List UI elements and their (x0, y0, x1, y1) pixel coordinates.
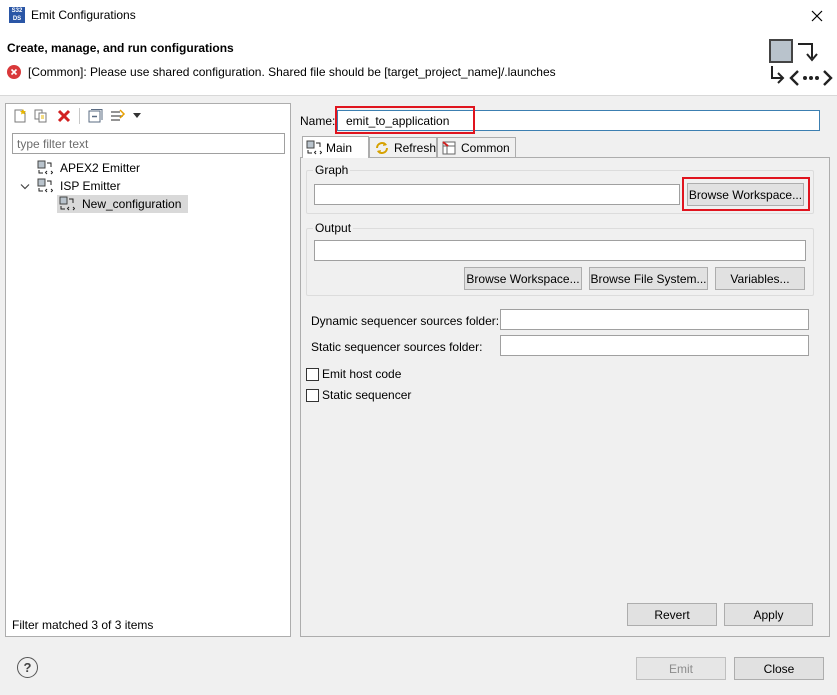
browse-highlight-box (682, 177, 810, 211)
dynamic-sequencer-input[interactable] (500, 309, 809, 330)
tab-main[interactable]: Main (302, 136, 369, 158)
launch-type-icon (37, 160, 53, 175)
name-highlight-box (335, 106, 475, 134)
filter-icon[interactable] (110, 108, 126, 124)
toolbar-separator (79, 108, 80, 124)
tab-refresh[interactable]: Refresh (369, 137, 437, 157)
duplicate-config-icon[interactable] (33, 108, 49, 124)
tree-item-new-configuration[interactable]: New_configuration (82, 197, 181, 211)
close-window-button[interactable] (800, 2, 834, 29)
output-browse-filesystem-button[interactable]: Browse File System... (589, 267, 708, 290)
filter-status: Filter matched 3 of 3 items (12, 618, 154, 632)
collapse-all-icon[interactable] (87, 108, 103, 124)
close-button[interactable]: Close (734, 657, 824, 680)
help-button[interactable]: ? (17, 657, 38, 678)
app-icon: S32 DS (9, 7, 25, 23)
graph-label: Graph (313, 163, 351, 177)
common-tab-icon (442, 140, 456, 154)
emit-host-code-label: Emit host code (322, 367, 402, 381)
emit-host-code-checkbox[interactable] (306, 368, 319, 381)
launch-type-icon (37, 178, 53, 193)
close-icon (811, 10, 823, 21)
apply-button[interactable]: Apply (724, 603, 813, 626)
new-config-icon[interactable] (12, 108, 28, 124)
error-message: [Common]: Please use shared configuratio… (28, 65, 556, 79)
tab-common-label: Common (461, 140, 510, 155)
filter-placeholder: type filter text (17, 137, 89, 151)
name-label: Name: (300, 114, 336, 128)
dialog-header: Create, manage, and run configurations [… (0, 32, 837, 96)
static-sequencer-checkbox[interactable] (306, 389, 319, 402)
tab-main-label: Main (326, 140, 353, 155)
launch-config-banner-icon (769, 39, 833, 86)
static-sequencer-label: Static sequencer sources folder: (311, 340, 483, 354)
output-variables-button[interactable]: Variables... (715, 267, 805, 290)
refresh-icon (375, 141, 388, 154)
chevron-down-icon[interactable] (133, 113, 141, 119)
output-input[interactable] (314, 240, 806, 261)
revert-button[interactable]: Revert (627, 603, 717, 626)
tree-item-apex2-emitter[interactable]: APEX2 Emitter (60, 161, 140, 175)
filter-input[interactable]: type filter text (12, 133, 285, 154)
output-label: Output (313, 221, 354, 235)
launch-config-icon (306, 140, 322, 154)
tree-item-isp-emitter[interactable]: ISP Emitter (60, 179, 120, 193)
graph-input[interactable] (314, 184, 680, 205)
expand-chevron-icon[interactable] (20, 183, 30, 191)
static-sequencer-checkbox-label: Static sequencer (322, 388, 412, 402)
page-title: Create, manage, and run configurations (7, 41, 234, 55)
error-icon (7, 65, 21, 79)
delete-config-icon[interactable] (56, 108, 72, 124)
window-title: Emit Configurations (31, 8, 136, 22)
dynamic-sequencer-label: Dynamic sequencer sources folder: (311, 314, 500, 328)
title-bar: S32 DS Emit Configurations (0, 0, 837, 32)
tab-common[interactable]: Common (437, 137, 516, 157)
tab-refresh-label: Refresh (393, 140, 436, 155)
static-sequencer-input[interactable] (500, 335, 809, 356)
output-browse-workspace-button[interactable]: Browse Workspace... (464, 267, 582, 290)
help-icon: ? (23, 660, 32, 675)
emit-button[interactable]: Emit (636, 657, 726, 680)
launch-config-icon (59, 196, 75, 211)
